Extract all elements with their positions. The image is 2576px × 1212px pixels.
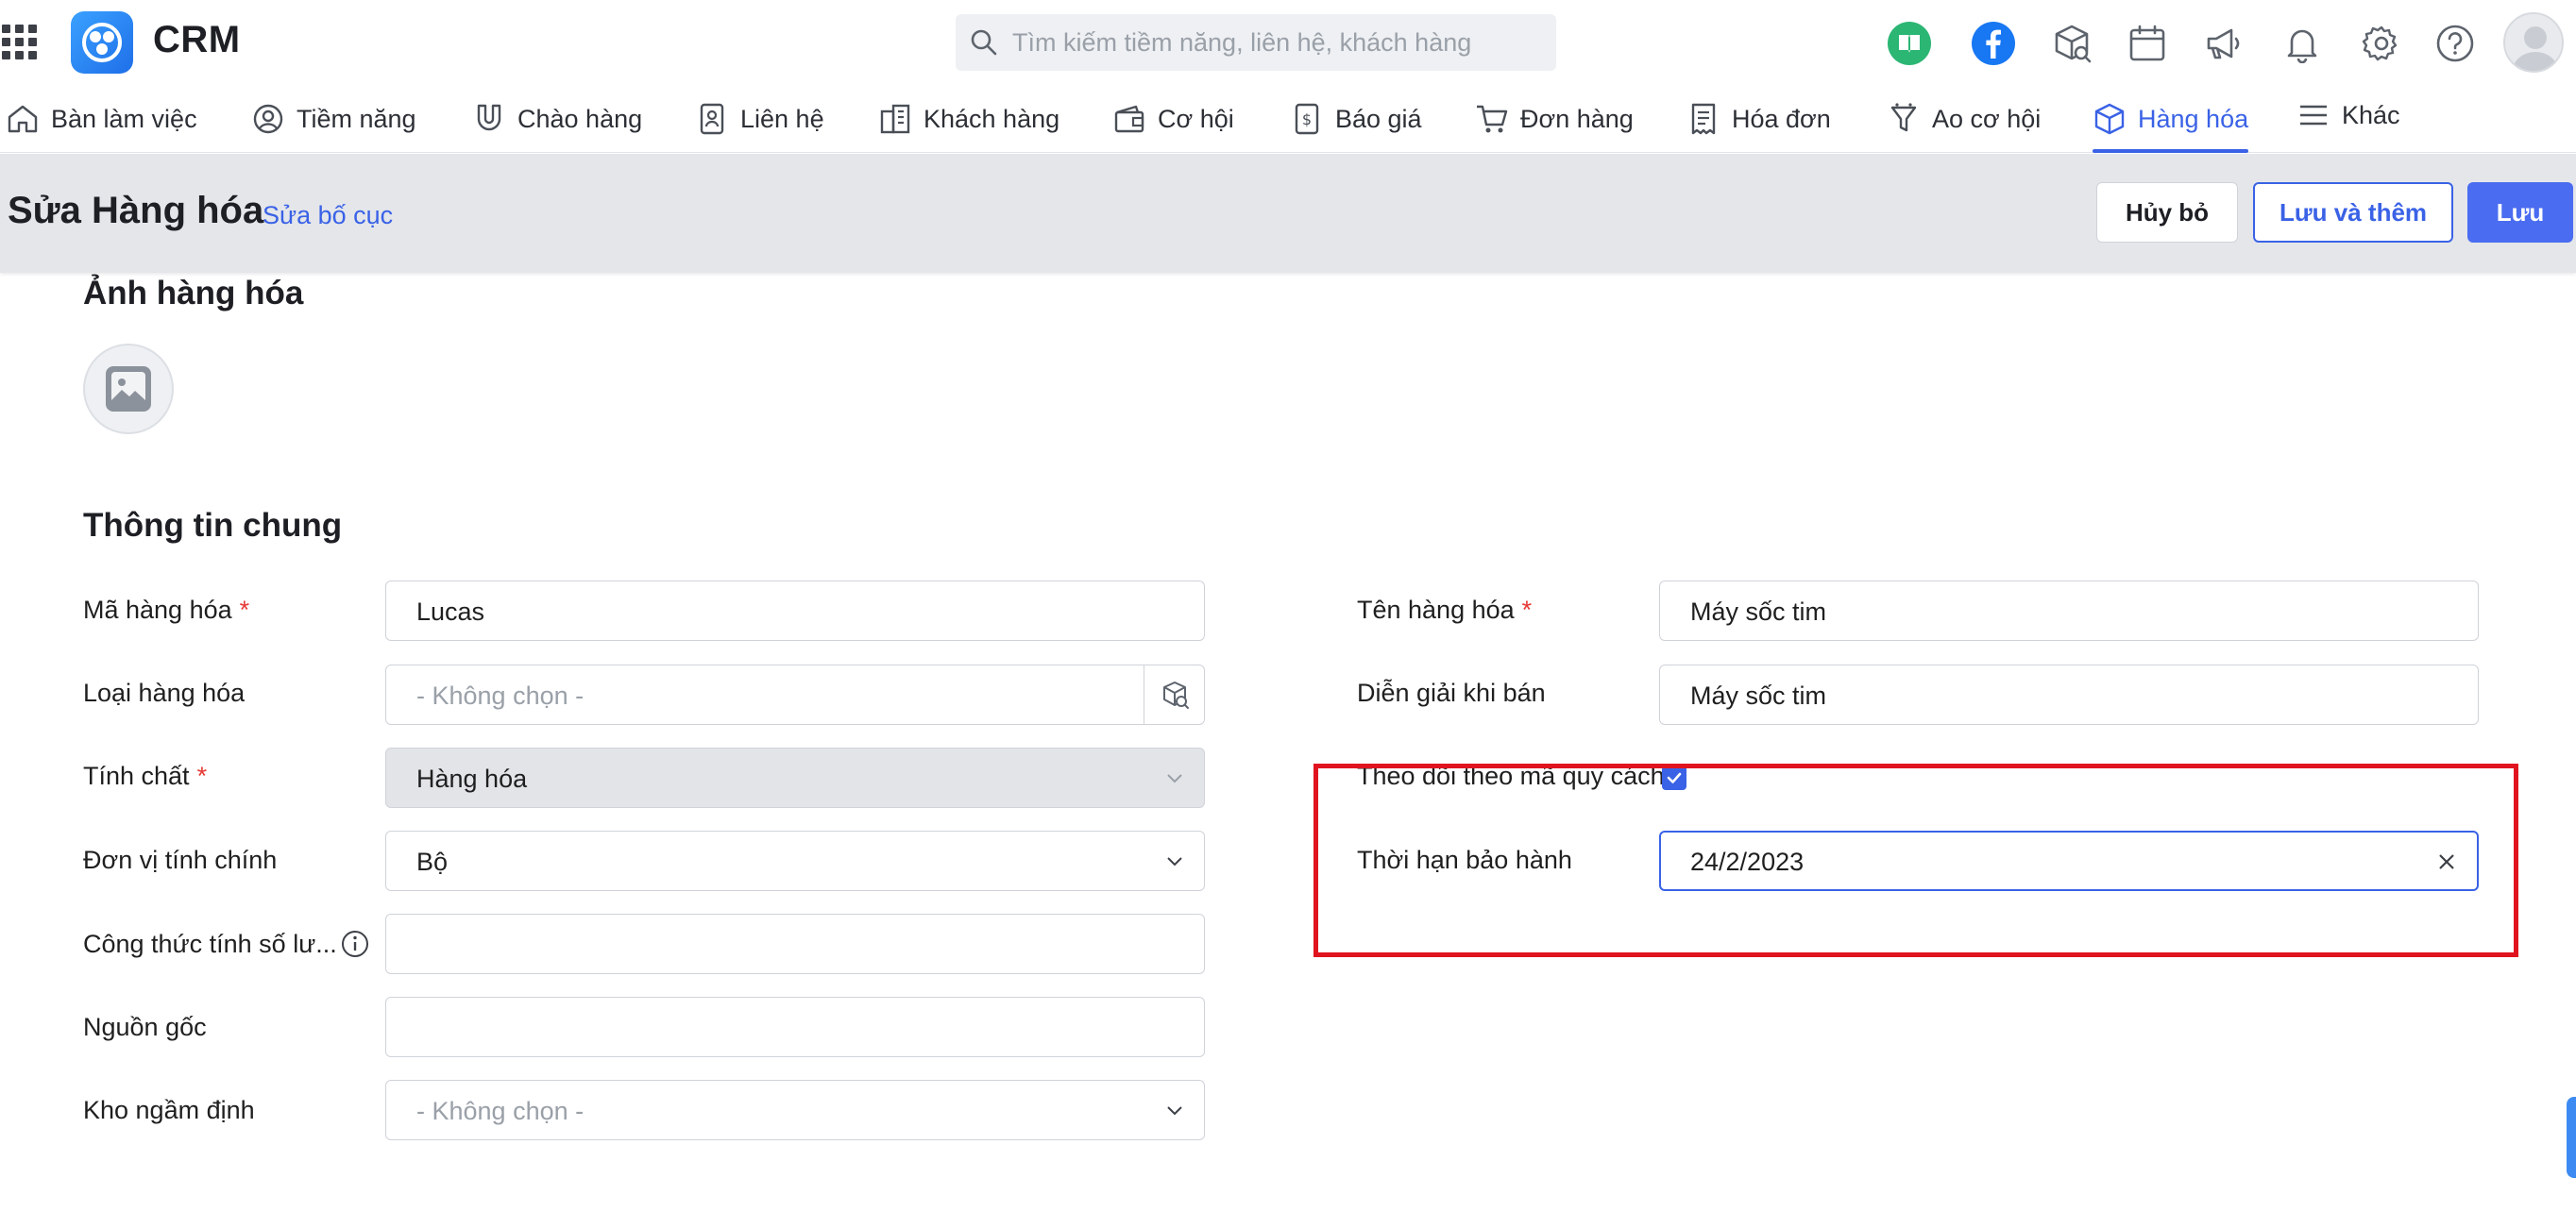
field-value: Bộ xyxy=(416,848,449,876)
nav-item-don-hang[interactable]: Đơn hàng xyxy=(1475,85,1634,153)
edit-layout-link[interactable]: Sửa bố cục xyxy=(263,201,393,230)
photo-section-title: Ảnh hàng hóa xyxy=(83,275,304,311)
field-label-tinh-chat: Tính chất * xyxy=(83,762,208,790)
user-circle-icon xyxy=(253,104,283,134)
field-label-ma-hang-hoa: Mã hàng hóa * xyxy=(83,596,250,624)
don-vi-tinh-select[interactable]: Bộ xyxy=(385,831,1205,891)
field-label-don-vi-tinh: Đơn vị tính chính xyxy=(83,846,278,874)
search-icon xyxy=(969,27,999,62)
field-label-cong-thuc: Công thức tính số lư... xyxy=(83,930,337,958)
nav-label: Bàn làm việc xyxy=(51,104,197,133)
field-label-loai-hang-hoa: Loại hàng hóa xyxy=(83,679,246,707)
field-placeholder: - Không chọn - xyxy=(416,1097,585,1125)
field-label-dien-giai: Diễn giải khi bán xyxy=(1357,679,1546,707)
nav-label: Hàng hóa xyxy=(2138,104,2249,133)
main-nav: Bàn làm việc Tiềm năng Chào hàng Liên hệ… xyxy=(0,85,2576,153)
funnel-icon xyxy=(1890,103,1917,132)
chevron-down-icon xyxy=(1166,854,1183,872)
nav-label: Ao cơ hội xyxy=(1932,104,2042,133)
field-value: Máy sốc tim xyxy=(1690,682,1827,710)
svg-text:$: $ xyxy=(1302,110,1312,128)
nav-item-khach-hang[interactable]: Khách hàng xyxy=(878,85,1059,153)
package-search-icon[interactable] xyxy=(1144,665,1204,724)
gear-icon[interactable] xyxy=(2359,21,2404,66)
nav-item-khac[interactable]: Khác xyxy=(2296,81,2400,149)
nav-item-chao-hang[interactable]: Chào hàng xyxy=(472,85,642,153)
top-bar: CRM xyxy=(0,0,2576,85)
brand-name: CRM xyxy=(153,19,241,60)
nav-label: Khách hàng xyxy=(924,104,1060,133)
facebook-icon[interactable] xyxy=(1971,21,2016,66)
field-placeholder: - Không chọn - xyxy=(416,682,585,710)
box-icon xyxy=(2094,103,2125,135)
highlight-box xyxy=(1313,764,2518,957)
product-photo-upload[interactable] xyxy=(83,344,174,434)
help-icon[interactable] xyxy=(2432,21,2478,66)
magnet-icon xyxy=(477,104,501,131)
crm-logo[interactable] xyxy=(71,11,133,74)
nav-label: Báo giá xyxy=(1335,104,1422,133)
field-value: Máy sốc tim xyxy=(1690,598,1827,626)
avatar[interactable] xyxy=(2503,12,2564,73)
field-value: Hàng hóa xyxy=(416,765,528,793)
kho-ngam-dinh-select[interactable]: - Không chọn - xyxy=(385,1080,1205,1140)
apps-grid-icon[interactable] xyxy=(0,23,37,59)
bell-icon[interactable] xyxy=(2279,21,2325,66)
field-label-ten-hang-hoa: Tên hàng hóa * xyxy=(1357,596,1533,624)
field-label-kho-ngam-dinh: Kho ngầm định xyxy=(83,1096,255,1124)
nav-item-lien-he[interactable]: Liên hệ xyxy=(695,85,824,153)
loai-hang-hoa-select[interactable]: - Không chọn - xyxy=(385,665,1205,725)
ten-hang-hoa-input[interactable]: Máy sốc tim xyxy=(1659,581,2479,641)
nav-label: Tiềm năng xyxy=(297,104,416,133)
search-input[interactable] xyxy=(1012,14,1541,71)
cong-thuc-input[interactable] xyxy=(385,914,1205,974)
save-button[interactable]: Lưu xyxy=(2467,182,2573,243)
field-label-nguon-goc: Nguồn gốc xyxy=(83,1013,207,1041)
general-info-title: Thông tin chung xyxy=(83,507,343,544)
book-icon[interactable] xyxy=(1887,21,1932,66)
save-and-add-button[interactable]: Lưu và thêm xyxy=(2253,182,2453,243)
dollar-doc-icon: $ xyxy=(1295,103,1319,135)
cancel-button[interactable]: Hủy bỏ xyxy=(2096,182,2238,243)
nav-label: Khác xyxy=(2342,100,2400,129)
package-search-icon[interactable] xyxy=(2049,21,2094,66)
chevron-down-icon xyxy=(1166,771,1183,789)
ma-hang-hoa-input[interactable]: Lucas xyxy=(385,581,1205,641)
nav-item-bao-gia[interactable]: $ Báo giá xyxy=(1290,85,1422,153)
home-icon xyxy=(8,105,38,133)
nav-item-ban-lam-viec[interactable]: Bàn làm việc xyxy=(6,85,197,153)
page-title: Sửa Hàng hóa xyxy=(8,190,264,231)
field-value: Lucas xyxy=(416,598,485,626)
cart-icon xyxy=(1477,105,1508,133)
nav-item-ao-co-hoi[interactable]: Ao cơ hội xyxy=(1887,85,2041,153)
calendar-icon[interactable] xyxy=(2125,21,2170,66)
megaphone-icon[interactable] xyxy=(2201,21,2246,66)
tinh-chat-select: Hàng hóa xyxy=(385,748,1205,808)
nav-label: Hóa đơn xyxy=(1732,104,1831,133)
nav-label: Đơn hàng xyxy=(1520,104,1634,133)
wallet-icon xyxy=(1114,105,1144,133)
nguon-goc-input[interactable] xyxy=(385,997,1205,1057)
info-icon[interactable] xyxy=(340,929,370,964)
nav-label: Chào hàng xyxy=(517,104,643,133)
nav-item-hang-hoa[interactable]: Hàng hóa xyxy=(2093,85,2249,153)
menu-icon xyxy=(2300,105,2327,126)
nav-item-hoa-don[interactable]: Hóa đơn xyxy=(1686,85,1831,153)
global-search[interactable] xyxy=(956,14,1556,71)
nav-item-co-hoi[interactable]: Cơ hội xyxy=(1112,85,1234,153)
nav-label: Cơ hội xyxy=(1158,104,1234,133)
side-panel-tab[interactable] xyxy=(2567,1097,2576,1178)
building-icon xyxy=(880,104,910,134)
page-header: Sửa Hàng hóa Sửa bố cục Hủy bỏ Lưu và th… xyxy=(0,154,2576,273)
invoice-icon xyxy=(1691,103,1716,135)
chevron-down-icon xyxy=(1166,1103,1183,1121)
contact-card-icon xyxy=(700,103,724,135)
dien-giai-input[interactable]: Máy sốc tim xyxy=(1659,665,2479,725)
nav-item-tiem-nang[interactable]: Tiềm năng xyxy=(251,85,416,153)
image-placeholder-icon xyxy=(106,366,151,412)
nav-label: Liên hệ xyxy=(740,104,824,133)
